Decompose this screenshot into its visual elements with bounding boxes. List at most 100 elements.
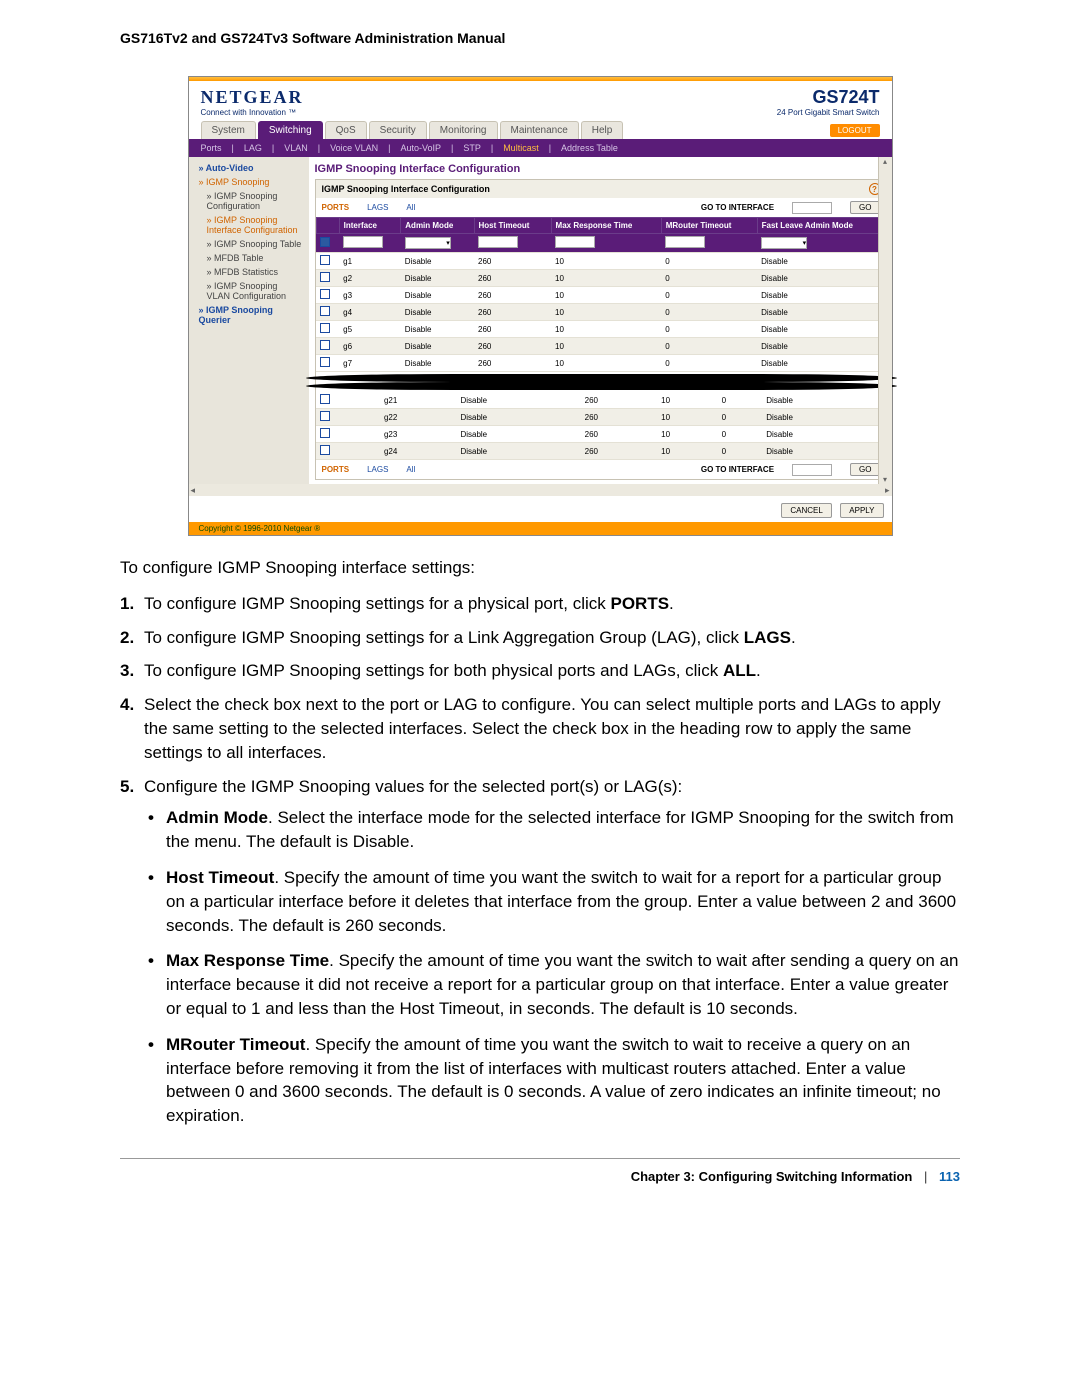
subtab-multicast[interactable]: Multicast	[503, 143, 539, 153]
row-checkbox[interactable]	[320, 306, 330, 316]
tab-help[interactable]: Help	[581, 121, 624, 139]
column-header	[316, 218, 339, 234]
manual-title: GS716Tv2 and GS724Tv3 Software Administr…	[120, 30, 960, 46]
table-row: g1Disable260100Disable	[316, 253, 886, 270]
subtab-auto-voip[interactable]: Auto-VoIP	[400, 143, 441, 153]
step-item: 2.To configure IGMP Snooping settings fo…	[144, 626, 960, 650]
row-checkbox[interactable]	[320, 394, 330, 404]
copyright: Copyright © 1996-2010 Netgear ®	[189, 522, 892, 535]
brand-logo: NETGEAR	[201, 87, 304, 108]
tab-system[interactable]: System	[201, 121, 256, 139]
sidebar-item[interactable]: » IGMP Snooping	[189, 175, 309, 189]
doc-body: To configure IGMP Snooping interface set…	[120, 556, 960, 1128]
row-checkbox[interactable]	[320, 255, 330, 265]
filter-fast-leave-select[interactable]: ▾	[761, 237, 807, 249]
subtab-address-table[interactable]: Address Table	[561, 143, 618, 153]
tab-qos[interactable]: QoS	[325, 121, 367, 139]
row-checkbox[interactable]	[320, 411, 330, 421]
filter-mrouter-input[interactable]	[665, 236, 705, 248]
tab-monitoring[interactable]: Monitoring	[429, 121, 498, 139]
app-screenshot: NETGEAR Connect with Innovation ™ GS724T…	[188, 76, 893, 536]
sidebar-item[interactable]: » IGMP Snooping Configuration	[189, 189, 309, 213]
cancel-button[interactable]: CANCEL	[781, 503, 831, 518]
table-row: g4Disable260100Disable	[316, 304, 886, 321]
table-row: g7Disable260100Disable	[316, 355, 886, 372]
column-header: Interface	[339, 218, 401, 234]
goto-input-bottom[interactable]	[792, 464, 832, 476]
subtab-stp[interactable]: STP	[463, 143, 481, 153]
sidebar-item[interactable]: » MFDB Table	[189, 251, 309, 265]
step-item: 4.Select the check box next to the port …	[144, 693, 960, 764]
model-name: GS724T	[777, 87, 880, 108]
apply-button[interactable]: APPLY	[840, 503, 883, 518]
sidebar-item[interactable]: » Auto-Video	[189, 161, 309, 175]
row-checkbox[interactable]	[320, 428, 330, 438]
sidebar-item[interactable]: » IGMP Snooping Table	[189, 237, 309, 251]
row-checkbox[interactable]	[320, 272, 330, 282]
filter-lags[interactable]: LAGS	[367, 203, 388, 212]
goto-label-bottom: GO TO INTERFACE	[701, 465, 774, 474]
row-checkbox[interactable]	[320, 357, 330, 367]
bullet-item: Host Timeout. Specify the amount of time…	[166, 866, 960, 937]
subtab-bar: Ports| LAG| VLAN| Voice VLAN| Auto-VoIP|…	[189, 139, 892, 157]
vertical-scrollbar[interactable]: ▴▾	[878, 157, 892, 484]
logout-button[interactable]: LOGOUT	[830, 124, 880, 137]
subtab-vlan[interactable]: VLAN	[284, 143, 308, 153]
filter-interface-input[interactable]	[343, 236, 383, 248]
subtab-lag[interactable]: LAG	[244, 143, 262, 153]
sidebar: » Auto-Video» IGMP Snooping» IGMP Snoopi…	[189, 157, 309, 484]
model-subtitle: 24 Port Gigabit Smart Switch	[777, 108, 880, 117]
panel-header-text: IGMP Snooping Interface Configuration	[322, 184, 490, 194]
filter-all[interactable]: All	[406, 203, 415, 212]
main-panel: IGMP Snooping Interface Configuration IG…	[309, 157, 892, 484]
tab-maintenance[interactable]: Maintenance	[500, 121, 579, 139]
filter-admin-mode-select[interactable]: ▾	[405, 237, 451, 249]
select-all-checkbox[interactable]	[320, 237, 330, 247]
tab-bar: System Switching QoS Security Monitoring…	[189, 121, 892, 139]
sidebar-item[interactable]: » IGMP Snooping Interface Configuration	[189, 213, 309, 237]
column-header: Admin Mode	[401, 218, 474, 234]
table-row: g5Disable260100Disable	[316, 321, 886, 338]
row-checkbox[interactable]	[320, 289, 330, 299]
horizontal-scrollbar[interactable]: ◂▸	[189, 484, 892, 496]
goto-input[interactable]	[792, 202, 832, 214]
footer-page-number: 113	[939, 1169, 960, 1184]
filter-ports[interactable]: PORTS	[322, 203, 350, 212]
brand-tagline: Connect with Innovation ™	[201, 108, 304, 117]
filter-ports-bottom[interactable]: PORTS	[322, 465, 350, 474]
sidebar-item[interactable]: » IGMP Snooping Querier	[189, 303, 309, 327]
filter-host-timeout-input[interactable]	[478, 236, 518, 248]
column-header: MRouter Timeout	[661, 218, 757, 234]
table-row: g21Disable260100Disable	[316, 392, 887, 409]
row-checkbox[interactable]	[320, 445, 330, 455]
footer-separator: |	[924, 1169, 927, 1184]
lead-paragraph: To configure IGMP Snooping interface set…	[120, 556, 960, 580]
filter-lags-bottom[interactable]: LAGS	[367, 465, 388, 474]
step-item: 3.To configure IGMP Snooping settings fo…	[144, 659, 960, 683]
row-checkbox[interactable]	[320, 340, 330, 350]
table-row: g24Disable260100Disable	[316, 443, 887, 460]
go-button-bottom[interactable]: GO	[850, 463, 880, 476]
sidebar-item[interactable]: » IGMP Snooping VLAN Configuration	[189, 279, 309, 303]
tab-security[interactable]: Security	[369, 121, 427, 139]
subtab-ports[interactable]: Ports	[201, 143, 222, 153]
interface-table: InterfaceAdmin ModeHost TimeoutMax Respo…	[316, 217, 887, 372]
footer-chapter: Chapter 3: Configuring Switching Informa…	[631, 1169, 913, 1184]
table-filter-row: ▾ ▾	[316, 234, 886, 253]
table-row: g23Disable260100Disable	[316, 426, 887, 443]
goto-label: GO TO INTERFACE	[701, 203, 774, 212]
row-checkbox[interactable]	[320, 323, 330, 333]
tab-switching[interactable]: Switching	[258, 121, 323, 139]
table-row: g22Disable260100Disable	[316, 409, 887, 426]
page-title: IGMP Snooping Interface Configuration	[315, 163, 888, 175]
filter-all-bottom[interactable]: All	[406, 465, 415, 474]
go-button[interactable]: GO	[850, 201, 880, 214]
step-item: 1.To configure IGMP Snooping settings fo…	[144, 592, 960, 616]
table-row: g2Disable260100Disable	[316, 270, 886, 287]
subtab-voice-vlan[interactable]: Voice VLAN	[330, 143, 378, 153]
torn-edge-icon	[316, 372, 887, 392]
sidebar-item[interactable]: » MFDB Statistics	[189, 265, 309, 279]
column-header: Max Response Time	[551, 218, 661, 234]
bullet-item: MRouter Timeout. Specify the amount of t…	[166, 1033, 960, 1128]
filter-max-response-input[interactable]	[555, 236, 595, 248]
